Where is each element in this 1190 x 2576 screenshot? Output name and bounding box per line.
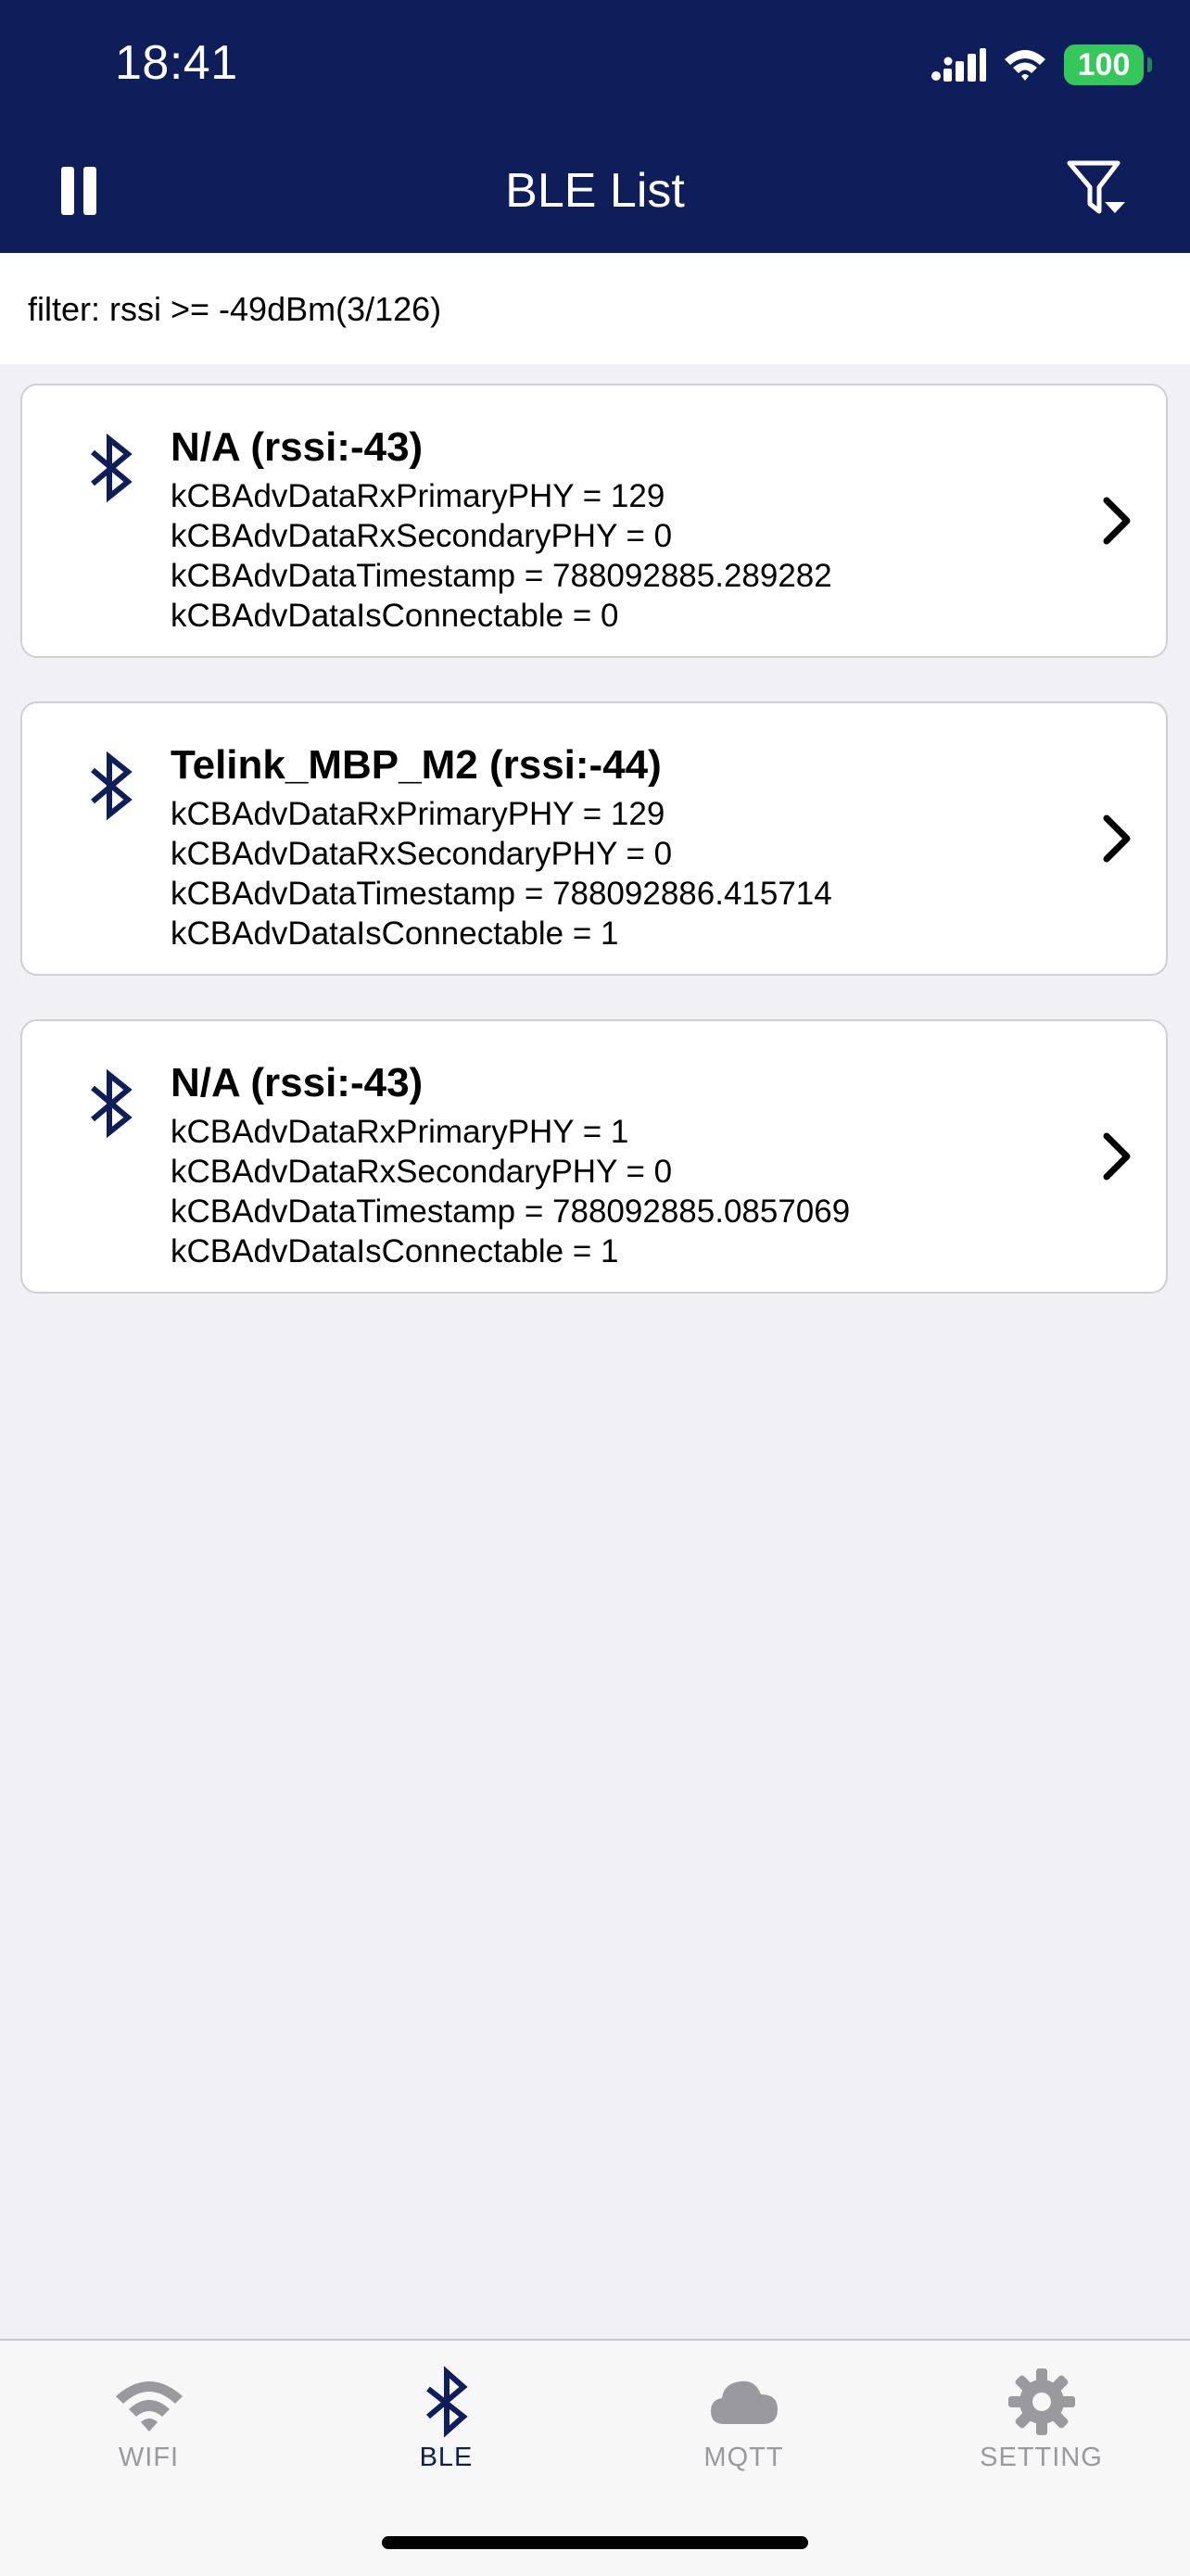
adv-timestamp: kCBAdvDataTimestamp = 788092885.0857069 bbox=[171, 1193, 851, 1230]
adv-connectable: kCBAdvDataIsConnectable = 1 bbox=[171, 1233, 619, 1269]
page-title: BLE List bbox=[505, 164, 685, 218]
adv-primary-phy: kCBAdvDataRxPrimaryPHY = 129 bbox=[171, 478, 665, 514]
adv-secondary-phy: kCBAdvDataRxSecondaryPHY = 0 bbox=[171, 836, 673, 872]
bluetooth-icon bbox=[91, 1069, 133, 1138]
device-card[interactable]: N/A (rssi:-43) kCBAdvDataRxPrimaryPHY = … bbox=[20, 1019, 1168, 1294]
adv-timestamp: kCBAdvDataTimestamp = 788092886.415714 bbox=[171, 876, 832, 912]
wifi-icon bbox=[115, 2381, 183, 2431]
cellular-signal-icon bbox=[931, 48, 986, 82]
adv-timestamp: kCBAdvDataTimestamp = 788092885.289282 bbox=[171, 558, 832, 594]
filter-text: filter: rssi >= -49dBm(3/126) bbox=[28, 290, 442, 328]
battery-indicator: 100 bbox=[1064, 44, 1152, 85]
tab-ble[interactable]: BLE bbox=[298, 2341, 595, 2489]
chevron-right-icon bbox=[1103, 814, 1131, 863]
header: 18:41 100 BLE List bbox=[0, 0, 1190, 253]
adv-connectable: kCBAdvDataIsConnectable = 1 bbox=[171, 915, 619, 952]
adv-secondary-phy: kCBAdvDataRxSecondaryPHY = 0 bbox=[171, 518, 673, 554]
cloud-icon bbox=[710, 2380, 778, 2424]
tab-label: BLE bbox=[419, 2443, 474, 2472]
bluetooth-icon bbox=[425, 2366, 468, 2438]
adv-secondary-phy: kCBAdvDataRxSecondaryPHY = 0 bbox=[171, 1154, 673, 1190]
gear-icon bbox=[1007, 2368, 1075, 2435]
bluetooth-icon bbox=[91, 434, 133, 502]
chevron-right-icon bbox=[1103, 1132, 1131, 1181]
status-time: 18:41 bbox=[115, 36, 238, 90]
tab-label: MQTT bbox=[703, 2443, 784, 2472]
bluetooth-icon bbox=[91, 751, 133, 820]
status-icons: 100 bbox=[930, 43, 1152, 87]
device-name: N/A (rssi:-43) bbox=[171, 1060, 424, 1105]
adv-primary-phy: kCBAdvDataRxPrimaryPHY = 129 bbox=[171, 796, 665, 832]
device-name: Telink_MBP_M2 (rssi:-44) bbox=[171, 742, 662, 788]
tab-mqtt[interactable]: MQTT bbox=[595, 2341, 892, 2489]
device-name: N/A (rssi:-43) bbox=[171, 424, 424, 470]
filter-bar: filter: rssi >= -49dBm(3/126) bbox=[0, 253, 1190, 364]
device-card[interactable]: Telink_MBP_M2 (rssi:-44) kCBAdvDataRxPri… bbox=[20, 701, 1168, 976]
tab-wifi[interactable]: WIFI bbox=[0, 2341, 298, 2489]
filter-icon bbox=[1067, 160, 1125, 214]
tab-label: SETTING bbox=[980, 2443, 1103, 2472]
device-card[interactable]: N/A (rssi:-43) kCBAdvDataRxPrimaryPHY = … bbox=[20, 384, 1168, 658]
tab-label: WIFI bbox=[118, 2443, 180, 2472]
chevron-right-icon bbox=[1103, 497, 1131, 545]
adv-connectable: kCBAdvDataIsConnectable = 0 bbox=[171, 598, 619, 634]
home-indicator bbox=[382, 2536, 808, 2549]
filter-button[interactable] bbox=[1064, 158, 1138, 224]
tab-setting[interactable]: SETTING bbox=[892, 2341, 1190, 2489]
wifi-status-icon bbox=[1005, 50, 1045, 81]
adv-primary-phy: kCBAdvDataRxPrimaryPHY = 1 bbox=[171, 1114, 629, 1150]
